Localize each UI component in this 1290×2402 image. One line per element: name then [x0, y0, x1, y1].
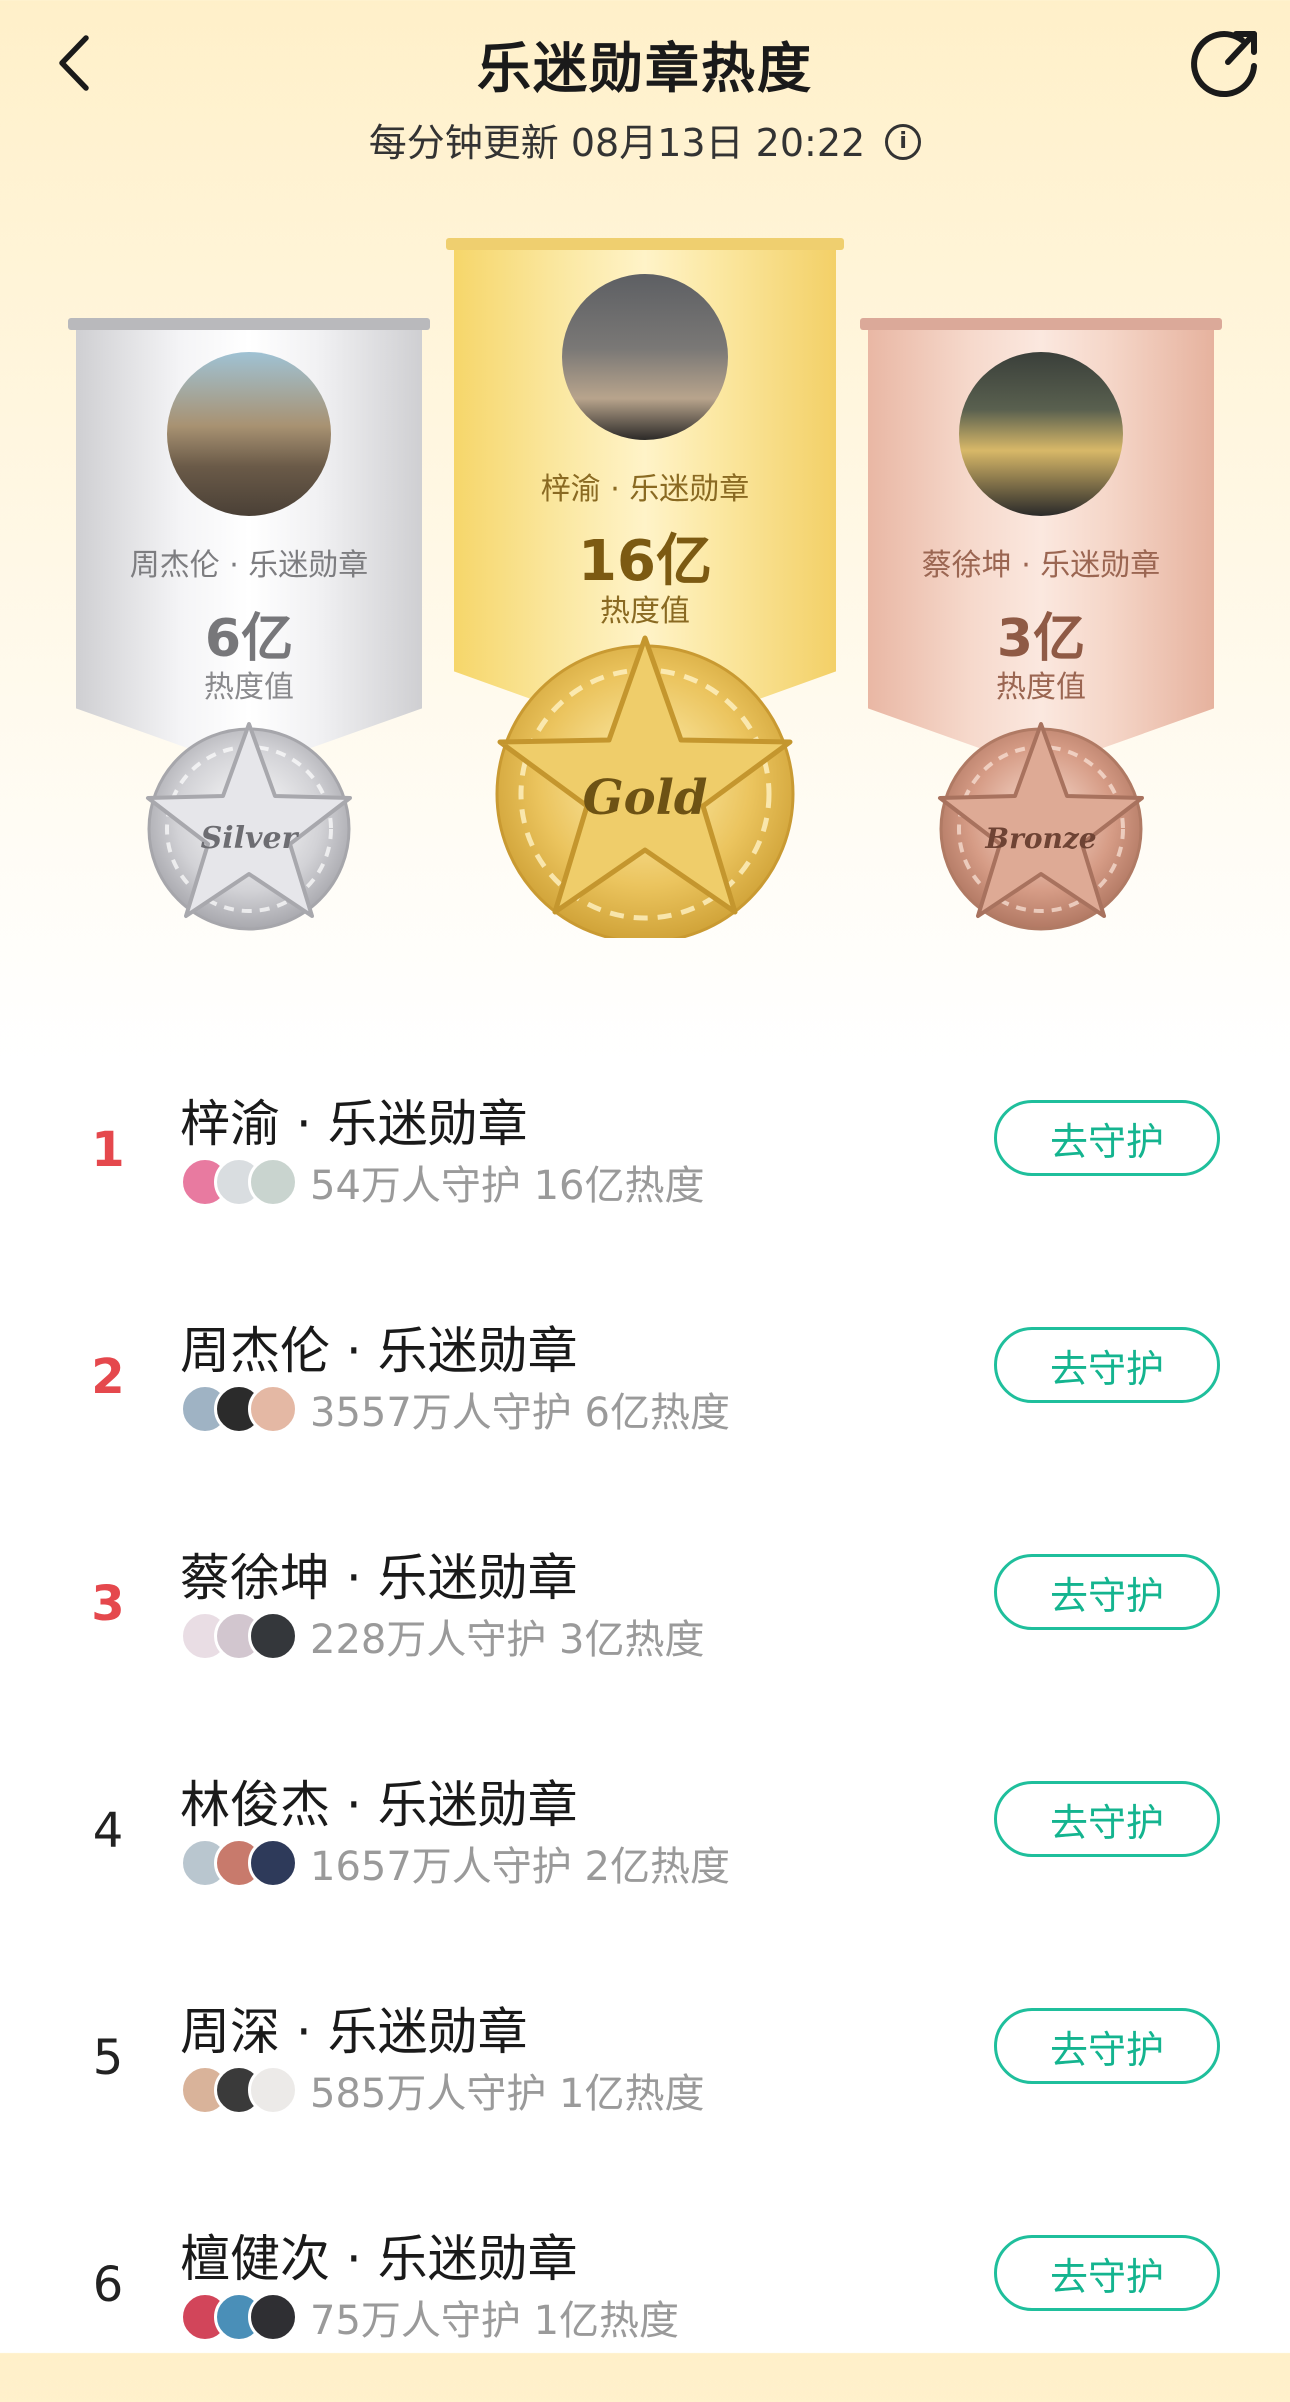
guard-button[interactable]: 去守护: [994, 1327, 1220, 1403]
list-item[interactable]: 3 蔡徐坤 · 乐迷勋章 228万人守护 3亿热度 去守护: [0, 1494, 1290, 1721]
guard-summary: 585万人守护 1亿热度: [180, 2062, 705, 2118]
avatar: [248, 1838, 298, 1888]
rank-number: 6: [92, 2257, 124, 2313]
guard-summary: 54万人守护 16亿热度: [180, 1154, 705, 1210]
podium-name: 蔡徐坤 · 乐迷勋章: [921, 548, 1161, 583]
podium-silver[interactable]: 周杰伦 · 乐迷勋章 6亿 热度值 Silver: [68, 318, 430, 931]
page-title: 乐迷勋章热度: [477, 37, 813, 100]
guard-stats: 3557万人守护 6亿热度: [310, 1390, 730, 1436]
podium-label: 热度值: [204, 670, 294, 705]
avatar: [248, 1157, 298, 1207]
guard-button[interactable]: 去守护: [994, 1100, 1220, 1176]
rank-number: 4: [92, 1803, 124, 1859]
podium-name: 周杰伦 · 乐迷勋章: [129, 548, 369, 583]
rank-number: 1: [91, 1122, 125, 1178]
podium-label: 热度值: [600, 594, 690, 629]
avatar: [248, 2065, 298, 2115]
guard-button[interactable]: 去守护: [994, 1554, 1220, 1630]
guard-summary: 1657万人守护 2亿热度: [180, 1835, 730, 1891]
badge-name: 林俊杰 · 乐迷勋章: [180, 1776, 578, 1834]
list-item[interactable]: 1 梓渝 · 乐迷勋章 54万人守护 16亿热度 去守护: [0, 1040, 1290, 1267]
guard-stats: 54万人守护 16亿热度: [310, 1163, 705, 1209]
avatar[interactable]: [562, 274, 728, 440]
podium-bronze[interactable]: 蔡徐坤 · 乐迷勋章 3亿 热度值 Bronze: [860, 318, 1222, 931]
podium-value: 3亿: [996, 609, 1086, 669]
share-button[interactable]: [1188, 24, 1264, 100]
update-time: 每分钟更新 08月13日 20:22 i: [0, 112, 1290, 167]
guard-button[interactable]: 去守护: [994, 2008, 1220, 2084]
bronze-medal-icon: Bronze: [938, 722, 1144, 931]
avatar[interactable]: [167, 352, 331, 516]
badge-name: 梓渝 · 乐迷勋章: [180, 1095, 528, 1153]
avatar: [248, 1384, 298, 1434]
medal-text: Bronze: [984, 822, 1096, 855]
guard-button[interactable]: 去守护: [994, 1781, 1220, 1857]
guard-stats: 585万人守护 1亿热度: [310, 2071, 705, 2117]
gold-medal-icon: Gold: [495, 635, 795, 938]
badge-name: 蔡徐坤 · 乐迷勋章: [180, 1549, 578, 1607]
badge-name: 周杰伦 · 乐迷勋章: [180, 1322, 578, 1380]
rank-number: 5: [92, 2030, 124, 2086]
list-item[interactable]: 6 檀健次 · 乐迷勋章 75万人守护 1亿热度 去守护: [0, 2175, 1290, 2402]
banner-rod: [860, 318, 1222, 330]
silver-medal-icon: Silver: [146, 722, 352, 931]
guard-summary: 3557万人守护 6亿热度: [180, 1381, 730, 1437]
list-item[interactable]: 4 林俊杰 · 乐迷勋章 1657万人守护 2亿热度 去守护: [0, 1721, 1290, 1948]
banner-rod: [68, 318, 430, 330]
rank-number: 3: [91, 1576, 125, 1632]
banner-rod: [446, 238, 844, 250]
podium-name: 梓渝 · 乐迷勋章: [540, 472, 750, 507]
guard-stats: 228万人守护 3亿热度: [310, 1617, 705, 1663]
podium-gold[interactable]: 梓渝 · 乐迷勋章 16亿 热度值 Gold: [446, 238, 844, 938]
share-arrow-icon: [1191, 31, 1257, 98]
guard-summary: 228万人守护 3亿热度: [180, 1608, 705, 1664]
rank-number: 2: [91, 1349, 125, 1405]
top-bar: 乐迷勋章热度 每分钟更新 08月13日 20:22 i: [0, 0, 1290, 200]
podium-value: 6亿: [204, 609, 294, 669]
info-icon[interactable]: i: [885, 123, 922, 160]
medal-text: Gold: [583, 770, 708, 826]
guard-stats: 75万人守护 1亿热度: [310, 2298, 680, 2344]
podium-label: 热度值: [996, 670, 1086, 705]
update-text: 每分钟更新 08月13日 20:22: [368, 121, 866, 165]
badge-name: 周深 · 乐迷勋章: [180, 2003, 528, 2061]
avatar: [248, 1611, 298, 1661]
badge-name: 檀健次 · 乐迷勋章: [180, 2230, 578, 2288]
list-item[interactable]: 5 周深 · 乐迷勋章 585万人守护 1亿热度 去守护: [0, 1948, 1290, 2175]
avatar: [248, 2292, 298, 2342]
guard-summary: 75万人守护 1亿热度: [180, 2289, 679, 2345]
medal-text: Silver: [201, 821, 300, 856]
guard-stats: 1657万人守护 2亿热度: [310, 1844, 730, 1890]
podium-value: 16亿: [578, 529, 712, 594]
list-item[interactable]: 2 周杰伦 · 乐迷勋章 3557万人守护 6亿热度 去守护: [0, 1267, 1290, 1494]
avatar[interactable]: [959, 352, 1123, 516]
guard-button[interactable]: 去守护: [994, 2235, 1220, 2311]
